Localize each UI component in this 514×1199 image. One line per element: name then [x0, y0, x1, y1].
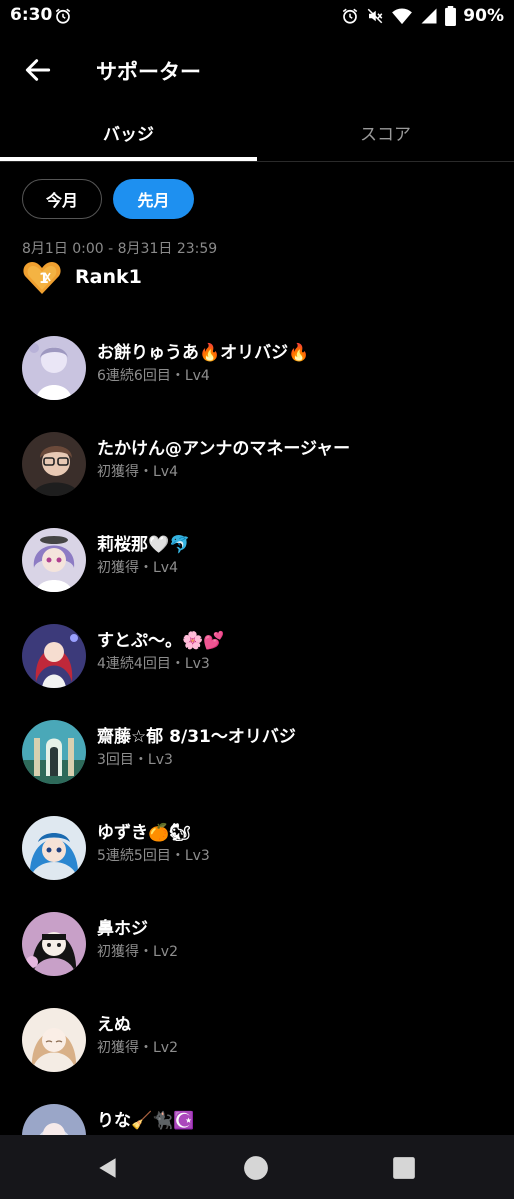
- supporter-name: えぬ: [97, 1015, 131, 1035]
- supporter-row[interactable]: すとぷ〜。🌸💕 4連続4回目・Lv3: [0, 608, 514, 704]
- heart-badge-icon: 1: [23, 262, 61, 294]
- avatar: [22, 432, 86, 496]
- wifi-icon: [392, 8, 413, 25]
- page-title: サポーター: [96, 60, 201, 84]
- avatar: [22, 720, 86, 784]
- supporter-row[interactable]: お餅りゅうあ🔥オリバジ🔥 6連続6回目・Lv4: [0, 320, 514, 416]
- battery-icon: [445, 6, 457, 26]
- last-month-chip[interactable]: 先月: [113, 179, 194, 219]
- signal-icon: [421, 8, 437, 24]
- supporter-name: りな🧹🐈‍⬛☪️: [97, 1111, 195, 1131]
- nav-recents-icon[interactable]: [391, 1155, 417, 1181]
- supporter-detail: 初獲得・Lv4: [97, 560, 178, 576]
- supporter-row[interactable]: ゆずき🍊🐿 5連続5回目・Lv3: [0, 800, 514, 896]
- avatar: [22, 624, 86, 688]
- supporter-detail: 初獲得・Lv4: [97, 464, 178, 480]
- alarm-icon: [343, 8, 358, 24]
- supporter-name: 莉桜那🤍🐬: [97, 535, 191, 555]
- system-nav-bar: [0, 1135, 514, 1199]
- avatar: [22, 912, 86, 976]
- avatar: [22, 1008, 86, 1072]
- status-icons: 90%: [341, 5, 504, 27]
- tab-score[interactable]: スコア: [257, 110, 514, 162]
- tab-badge[interactable]: バッジ: [0, 110, 257, 162]
- supporter-detail: 4連続4回目・Lv3: [97, 656, 210, 672]
- supporter-row[interactable]: えぬ 初獲得・Lv2: [0, 992, 514, 1088]
- rank-label: Rank1: [75, 266, 142, 288]
- back-arrow-icon[interactable]: [22, 54, 54, 86]
- supporter-name: ゆずき🍊🐿: [97, 823, 191, 843]
- supporter-row[interactable]: たかけん@アンナのマネージャー 初獲得・Lv4: [0, 416, 514, 512]
- supporter-name: 齋藤☆郁 8/31〜オリバジ: [97, 727, 296, 747]
- status-bar: 6:30 90%: [0, 0, 514, 32]
- supporter-detail: 6連続6回目・Lv4: [97, 368, 210, 384]
- avatar: [22, 528, 86, 592]
- alarm-icon: [55, 8, 71, 24]
- supporter-detail: 初獲得・Lv2: [97, 944, 178, 960]
- divider: [0, 161, 514, 162]
- avatar: [22, 336, 86, 400]
- status-time: 6:30: [10, 5, 53, 25]
- supporter-name: 鼻ホジ: [97, 919, 148, 939]
- period-range: 8月1日 0:00 - 8月31日 23:59: [22, 241, 218, 257]
- supporter-row[interactable]: 齋藤☆郁 8/31〜オリバジ 3回目・Lv3: [0, 704, 514, 800]
- supporter-row[interactable]: 莉桜那🤍🐬 初獲得・Lv4: [0, 512, 514, 608]
- supporter-detail: 5連続5回目・Lv3: [97, 848, 210, 864]
- battery-percent: 90%: [463, 6, 504, 26]
- supporter-name: すとぷ〜。🌸💕: [97, 631, 225, 651]
- svg-text:1: 1: [39, 271, 49, 287]
- supporter-detail: 初獲得・Lv2: [97, 1040, 178, 1056]
- app-bar: サポーター: [0, 32, 514, 110]
- tab-bar: バッジ スコア: [0, 110, 514, 162]
- this-month-chip[interactable]: 今月: [22, 179, 102, 219]
- nav-home-icon[interactable]: [243, 1155, 269, 1181]
- supporter-name: お餅りゅうあ🔥オリバジ🔥: [97, 343, 310, 363]
- nav-back-icon[interactable]: [95, 1155, 121, 1181]
- supporter-detail: 3回目・Lv3: [97, 752, 173, 768]
- mute-icon: [368, 8, 383, 24]
- avatar: [22, 816, 86, 880]
- supporter-name: たかけん@アンナのマネージャー: [97, 439, 351, 459]
- supporter-row[interactable]: 鼻ホジ 初獲得・Lv2: [0, 896, 514, 992]
